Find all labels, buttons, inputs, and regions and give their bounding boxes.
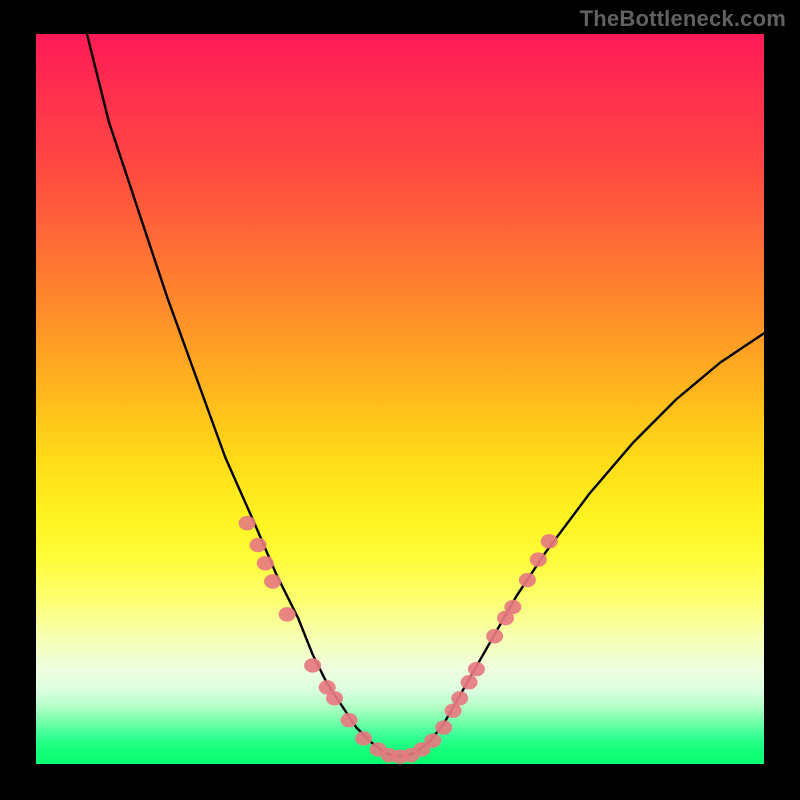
watermark-text: TheBottleneck.com	[580, 6, 786, 32]
plot-gradient-background	[36, 34, 764, 764]
chart-frame: TheBottleneck.com	[0, 0, 800, 800]
